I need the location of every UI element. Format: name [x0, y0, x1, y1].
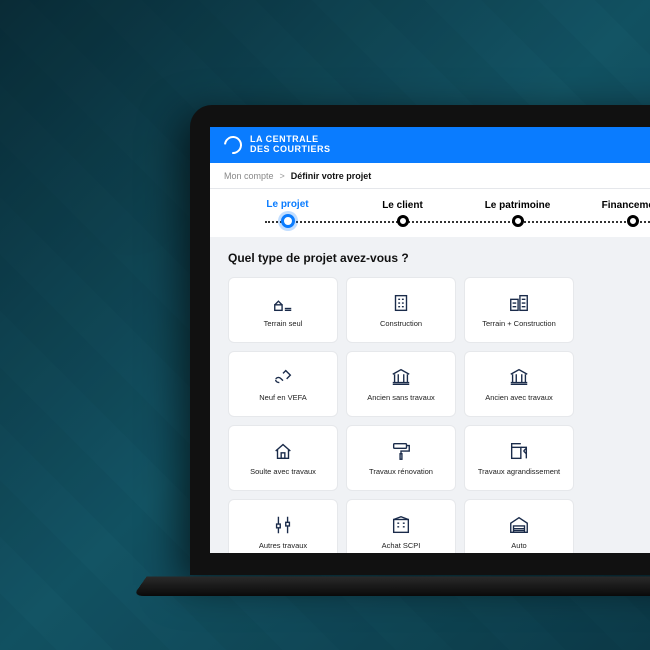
card-label: Terrain + Construction	[478, 320, 560, 328]
breadcrumb: Mon compte > Définir votre projet	[210, 163, 650, 189]
laptop-frame: LA CENTRALE DES COURTIERS Mon compte > D…	[190, 105, 650, 575]
step-le-patrimoine[interactable]: Le patrimoine	[460, 200, 575, 227]
project-type-card[interactable]: Travaux agrandissement	[464, 425, 574, 491]
card-label: Autres travaux	[255, 542, 311, 550]
tools-icon	[272, 514, 294, 536]
project-type-card[interactable]: Neuf en VEFA	[228, 351, 338, 417]
project-type-card[interactable]: Terrain seul	[228, 277, 338, 343]
top-bar: LA CENTRALE DES COURTIERS	[210, 127, 650, 163]
card-label: Neuf en VEFA	[255, 394, 311, 402]
step-dot-icon	[512, 215, 524, 227]
step-le-projet[interactable]: Le projet	[230, 199, 345, 228]
plot-icon	[272, 292, 294, 314]
step-dot-icon	[397, 215, 409, 227]
step-financement[interactable]: Financement	[575, 200, 650, 227]
garage-icon	[508, 514, 530, 536]
project-type-card[interactable]: Terrain + Construction	[464, 277, 574, 343]
building-icon	[390, 292, 412, 314]
content-area: Quel type de projet avez-vous ? Terrain …	[210, 237, 650, 553]
project-type-card[interactable]: Autres travaux	[228, 499, 338, 553]
brand-line2: DES COURTIERS	[250, 145, 331, 155]
project-type-card[interactable]: Construction	[346, 277, 456, 343]
card-label: Travaux rénovation	[365, 468, 437, 476]
card-label: Construction	[376, 320, 426, 328]
logo-icon	[220, 132, 245, 157]
house-icon	[272, 440, 294, 462]
breadcrumb-current: Définir votre projet	[291, 171, 372, 181]
bank-icon	[508, 366, 530, 388]
step-label: Le projet	[230, 199, 345, 210]
card-label: Travaux agrandissement	[474, 468, 564, 476]
project-type-card[interactable]: Ancien sans travaux	[346, 351, 456, 417]
card-label: Soulte avec travaux	[246, 468, 320, 476]
project-type-card[interactable]: Soulte avec travaux	[228, 425, 338, 491]
office-icon	[390, 514, 412, 536]
breadcrumb-separator: >	[280, 171, 285, 181]
card-label: Terrain seul	[260, 320, 307, 328]
project-type-card[interactable]: Achat SCPI	[346, 499, 456, 553]
building2-icon	[508, 292, 530, 314]
card-label: Auto	[507, 542, 530, 550]
step-label: Financement	[575, 200, 650, 211]
project-type-card[interactable]: Ancien avec travaux	[464, 351, 574, 417]
screen: LA CENTRALE DES COURTIERS Mon compte > D…	[210, 127, 650, 553]
step-label: Le patrimoine	[460, 200, 575, 211]
expand-icon	[508, 440, 530, 462]
question-title: Quel type de projet avez-vous ?	[228, 251, 650, 265]
step-le-client[interactable]: Le client	[345, 200, 460, 227]
project-type-card[interactable]: Travaux rénovation	[346, 425, 456, 491]
breadcrumb-parent[interactable]: Mon compte	[224, 171, 274, 181]
laptop-base	[133, 576, 650, 596]
project-type-grid: Terrain seul Construction Terrain + Constr…	[228, 277, 650, 553]
step-dot-icon	[281, 214, 295, 228]
bank-icon	[390, 366, 412, 388]
progress-steps: Le projet Le client Le patrimoine Financ…	[210, 189, 650, 237]
step-label: Le client	[345, 200, 460, 211]
hands-icon	[272, 366, 294, 388]
step-dot-icon	[627, 215, 639, 227]
roller-icon	[390, 440, 412, 462]
card-label: Ancien sans travaux	[363, 394, 439, 402]
card-label: Achat SCPI	[378, 542, 425, 550]
card-label: Ancien avec travaux	[481, 394, 557, 402]
project-type-card[interactable]: Auto	[464, 499, 574, 553]
brand-text: LA CENTRALE DES COURTIERS	[250, 135, 331, 155]
